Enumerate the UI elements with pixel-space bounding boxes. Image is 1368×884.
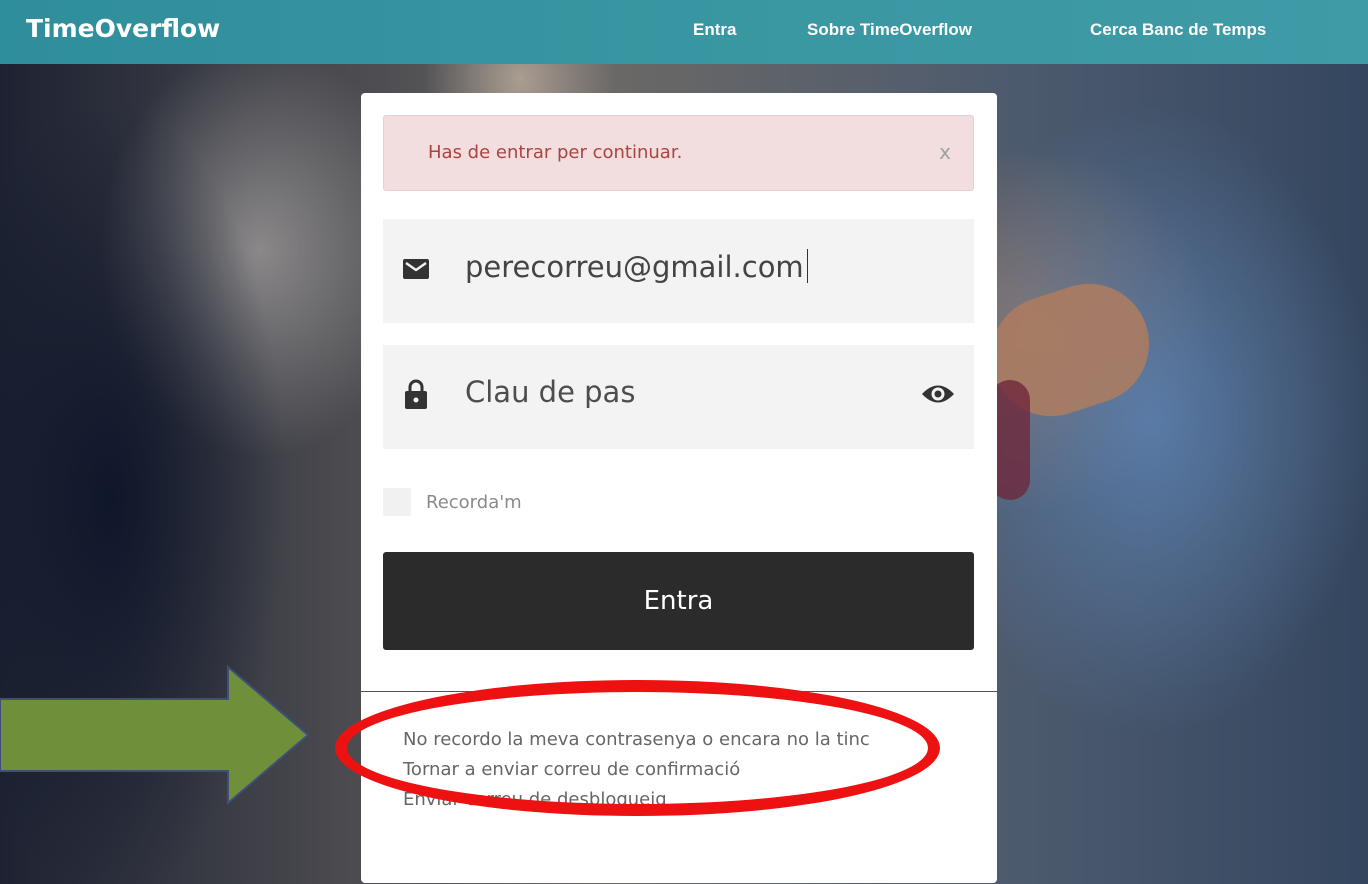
remember-me-label: Recorda'm: [426, 491, 522, 513]
login-button[interactable]: Entra: [383, 552, 974, 650]
remember-me: Recorda'm: [383, 487, 522, 517]
lock-icon: [405, 379, 427, 409]
nav-link-search-bank[interactable]: Cerca Banc de Temps: [1090, 20, 1266, 40]
alert-text: Has de entrar per continuar.: [428, 142, 683, 163]
annotation-ellipse: [335, 680, 940, 816]
remember-me-checkbox[interactable]: [383, 488, 411, 516]
nav-link-login[interactable]: Entra: [693, 20, 736, 40]
eye-icon[interactable]: [920, 381, 956, 407]
navbar: TimeOverflow Entra Sobre TimeOverflow Ce…: [0, 0, 1368, 64]
envelope-icon: [403, 259, 429, 279]
email-field[interactable]: perecorreu@gmail.com: [383, 219, 974, 323]
annotation-arrow: [0, 665, 310, 805]
password-field[interactable]: Clau de pas: [383, 345, 974, 449]
alert-close-button[interactable]: x: [939, 140, 951, 164]
password-input[interactable]: Clau de pas: [465, 375, 635, 409]
text-caret: [806, 249, 808, 283]
brand-logo[interactable]: TimeOverflow: [26, 14, 220, 43]
email-input[interactable]: perecorreu@gmail.com: [465, 249, 808, 284]
email-value: perecorreu@gmail.com: [465, 250, 804, 284]
alert-message: Has de entrar per continuar. x: [383, 115, 974, 191]
nav-link-about[interactable]: Sobre TimeOverflow: [807, 20, 972, 40]
